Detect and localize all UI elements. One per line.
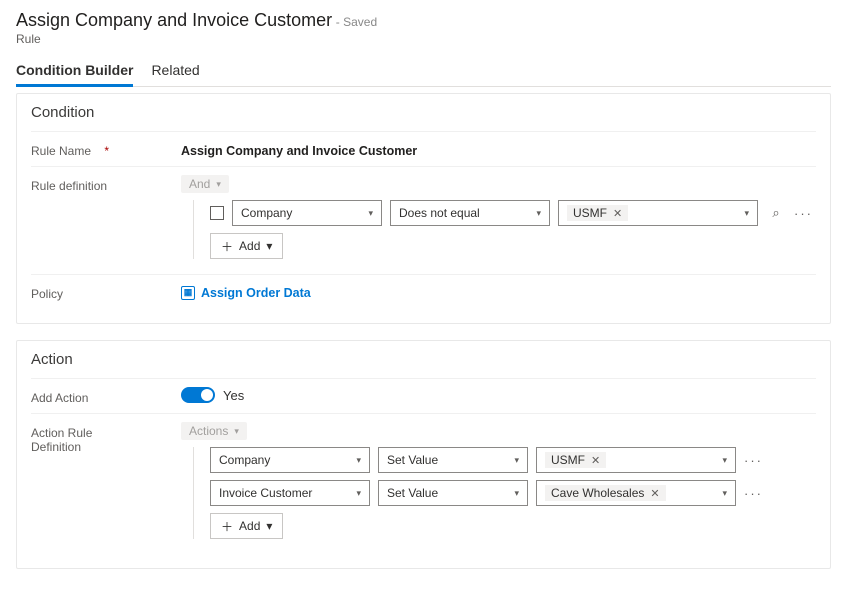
chevron-down-icon: ▾ (744, 208, 749, 219)
action-tree: Company ▾ Set Value ▾ USMF ✕ ▾ ·· (193, 447, 816, 539)
plus-icon: ＋ (221, 238, 233, 255)
chevron-down-icon: ▾ (368, 208, 373, 219)
field-select[interactable]: Invoice Customer ▾ (210, 480, 370, 506)
add-action-row-button[interactable]: ＋ Add ▾ (210, 513, 283, 539)
group-operator-actions[interactable]: Actions ▾ (181, 422, 247, 440)
chevron-down-icon: ▾ (722, 455, 727, 466)
condition-card: Condition Rule Name * Assign Company and… (16, 93, 831, 324)
remove-tag-icon[interactable]: ✕ (591, 454, 600, 467)
tab-bar: Condition Builder Related (16, 58, 831, 87)
chevron-down-icon: ▾ (514, 488, 519, 499)
field-select[interactable]: Company ▾ (232, 200, 382, 226)
value-tag: USMF ✕ (545, 452, 606, 468)
operator-select[interactable]: Set Value ▾ (378, 447, 528, 473)
action-section-title: Action (31, 351, 816, 368)
operator-select[interactable]: Does not equal ▾ (390, 200, 550, 226)
condition-row: Company ▾ Does not equal ▾ USMF ✕ ▾ (210, 200, 816, 226)
rule-name-value[interactable]: Assign Company and Invoice Customer (181, 140, 816, 158)
search-icon[interactable]: ⌕ (766, 205, 786, 221)
chevron-down-icon: ▾ (356, 488, 361, 499)
chevron-down-icon: ▾ (216, 179, 221, 190)
add-action-toggle[interactable] (181, 387, 215, 403)
operator-select[interactable]: Set Value ▾ (378, 480, 528, 506)
value-select[interactable]: Cave Wholesales ✕ ▾ (536, 480, 736, 506)
rule-name-label: Rule Name * (31, 140, 181, 158)
remove-tag-icon[interactable]: ✕ (613, 207, 622, 220)
chevron-down-icon: ▾ (514, 455, 519, 466)
chevron-down-icon: ▾ (266, 239, 272, 253)
tab-related[interactable]: Related (151, 58, 199, 86)
page-header: Assign Company and Invoice Customer - Sa… (16, 10, 831, 46)
more-icon[interactable]: ··· (744, 453, 763, 468)
rule-definition-label: Rule definition (31, 175, 181, 193)
policy-row: Policy ▦ Assign Order Data (31, 274, 816, 309)
field-select[interactable]: Company ▾ (210, 447, 370, 473)
policy-icon: ▦ (181, 286, 195, 300)
value-select[interactable]: USMF ✕ ▾ (536, 447, 736, 473)
condition-section-title: Condition (31, 104, 816, 121)
action-card: Action Add Action Yes Action RuleDefinit… (16, 340, 831, 569)
value-tag: Cave Wholesales ✕ (545, 485, 666, 501)
add-action-value: Yes (223, 388, 244, 403)
action-row: Company ▾ Set Value ▾ USMF ✕ ▾ ·· (210, 447, 816, 473)
condition-tree: Company ▾ Does not equal ▾ USMF ✕ ▾ (193, 200, 816, 259)
rule-definition-row: Rule definition And ▾ Company ▾ Does not… (31, 166, 816, 274)
chevron-down-icon: ▾ (234, 426, 239, 437)
value-tag: USMF ✕ (567, 205, 628, 221)
policy-label: Policy (31, 283, 181, 301)
add-action-row: Add Action Yes (31, 378, 816, 413)
more-icon[interactable]: ··· (794, 206, 813, 221)
chevron-down-icon: ▾ (356, 455, 361, 466)
chevron-down-icon: ▾ (722, 488, 727, 499)
plus-icon: ＋ (221, 518, 233, 535)
add-action-label: Add Action (31, 387, 181, 405)
page-title: Assign Company and Invoice Customer (16, 10, 332, 30)
more-icon[interactable]: ··· (744, 486, 763, 501)
required-indicator: * (104, 144, 109, 158)
policy-link[interactable]: ▦ Assign Order Data (181, 286, 311, 300)
action-rule-definition-row: Action RuleDefinition Actions ▾ Company … (31, 413, 816, 554)
entity-type: Rule (16, 32, 831, 46)
add-condition-button[interactable]: ＋ Add ▾ (210, 233, 283, 259)
saved-status: - Saved (336, 15, 377, 29)
chevron-down-icon: ▾ (266, 519, 272, 533)
value-select[interactable]: USMF ✕ ▾ (558, 200, 758, 226)
tab-condition-builder[interactable]: Condition Builder (16, 58, 133, 87)
group-operator-and[interactable]: And ▾ (181, 175, 229, 193)
action-rule-definition-label: Action RuleDefinition (31, 422, 181, 454)
rule-name-row: Rule Name * Assign Company and Invoice C… (31, 131, 816, 166)
chevron-down-icon: ▾ (536, 208, 541, 219)
action-row: Invoice Customer ▾ Set Value ▾ Cave Whol… (210, 480, 816, 506)
remove-tag-icon[interactable]: ✕ (650, 487, 659, 500)
row-checkbox[interactable] (210, 206, 224, 220)
